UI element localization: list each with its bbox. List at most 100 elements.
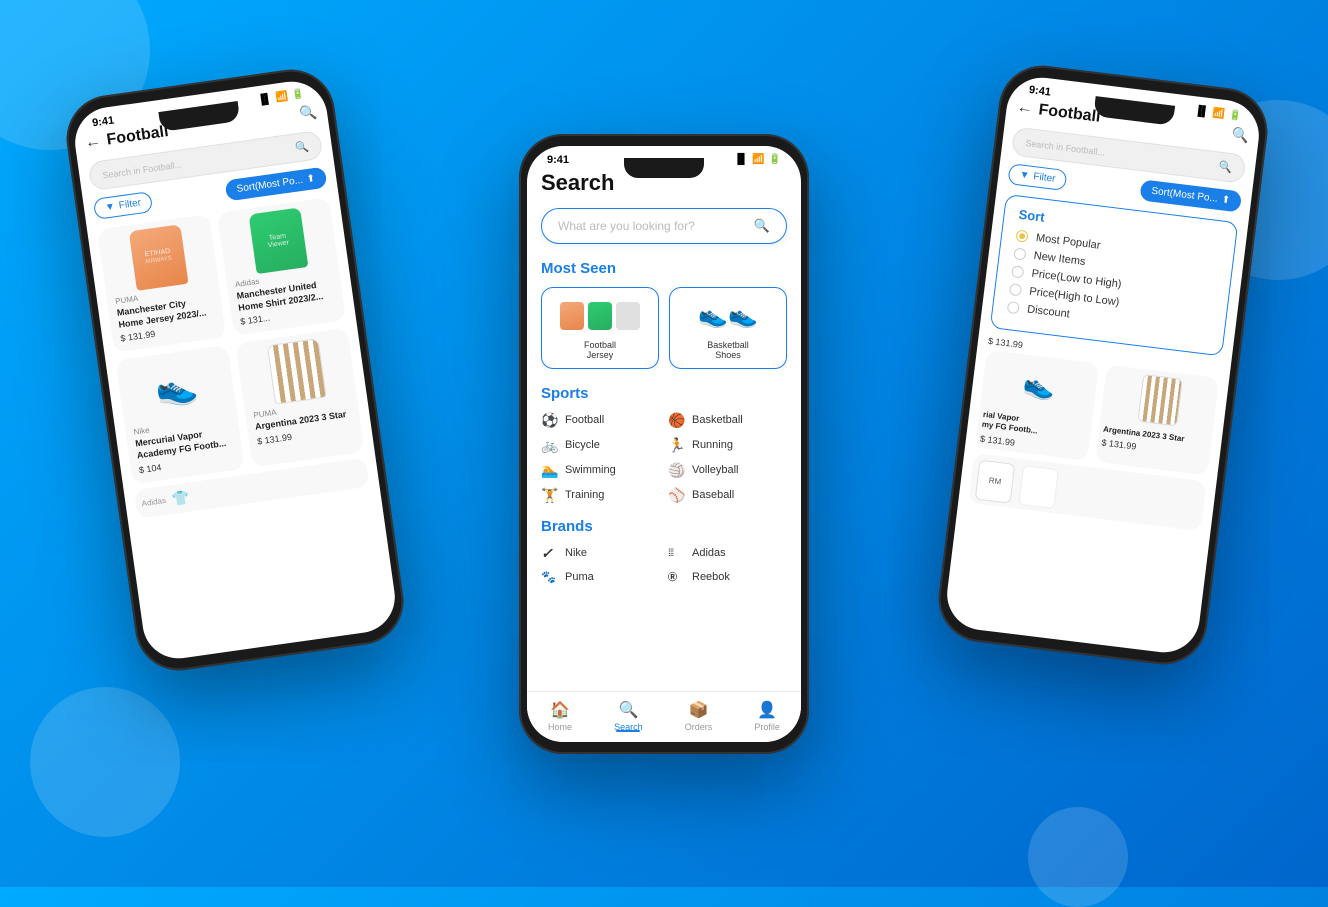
product-img-right-1: 👟 bbox=[984, 354, 1094, 416]
search-icon-left[interactable]: 🔍 bbox=[298, 103, 318, 122]
product-card-4[interactable]: PUMA Argentina 2023 3 Star $ 131.99 bbox=[235, 328, 364, 467]
sports-item-volleyball[interactable]: 🏐 Volleyball bbox=[668, 462, 787, 479]
product-card-right-1[interactable]: 👟 rial Vapormy FG Footb... $ 131.99 bbox=[975, 350, 1099, 461]
screen-content-right: ← Football 🔍 Search in Football... 🔍 ▼ F… bbox=[944, 97, 1260, 650]
sports-label-swimming: Swimming bbox=[565, 464, 616, 476]
training-icon: 🏋 bbox=[541, 487, 559, 504]
sort-option-label-new: New Items bbox=[1033, 250, 1086, 268]
sort-dropdown-icon-left: ⬆ bbox=[306, 173, 316, 185]
nav-item-profile[interactable]: 👤 Profile bbox=[754, 700, 780, 732]
phone-right: 9:41 ▐▌ 📶 🔋 ← Football 🔍 bbox=[934, 61, 1273, 670]
brand-item-nike[interactable]: ✓ Nike bbox=[541, 545, 660, 562]
most-seen-grid: FootballJersey 👟👟 BasketballShoes bbox=[541, 287, 787, 369]
volleyball-icon: 🏐 bbox=[668, 462, 686, 479]
product-img-1: ETIHAD AIRWAYS bbox=[106, 223, 210, 291]
search-nav-icon: 🔍 bbox=[618, 700, 638, 720]
sports-title: Sports bbox=[541, 385, 787, 402]
phone-left-screen: 9:41 ▐▌ 📶 🔋 ← Football 🔍 bbox=[71, 77, 400, 663]
sports-item-swimming[interactable]: 🏊 Swimming bbox=[541, 462, 660, 479]
filter-button-right[interactable]: ▼ Filter bbox=[1007, 163, 1067, 191]
notch-center bbox=[624, 158, 704, 178]
product-img-2: TeamViewer bbox=[226, 206, 330, 274]
wifi-icon: 📶 bbox=[275, 91, 289, 104]
filter-button-left[interactable]: ▼ Filter bbox=[93, 191, 153, 220]
most-seen-img-shoes: 👟👟 bbox=[698, 296, 758, 336]
time-left: 9:41 bbox=[91, 114, 114, 129]
product-grid-left: ETIHAD AIRWAYS PUMA Manchester City Home… bbox=[97, 197, 364, 484]
home-nav-icon: 🏠 bbox=[550, 700, 570, 720]
back-icon-right[interactable]: ← bbox=[1016, 99, 1034, 119]
sort-option-label-popular: Most Popular bbox=[1035, 232, 1101, 252]
sports-item-bicycle[interactable]: 🚲 Bicycle bbox=[541, 437, 660, 454]
basketball-icon: 🏀 bbox=[668, 412, 686, 429]
product-area-right: $ 131.99 👟 rial Vapormy FG Footb... $ 13… bbox=[975, 336, 1221, 475]
sports-label-football: Football bbox=[565, 414, 604, 426]
sports-item-baseball[interactable]: ⚾ Baseball bbox=[668, 487, 787, 504]
product-card-2[interactable]: TeamViewer Adidas Manchester United Home… bbox=[217, 197, 346, 336]
time-right: 9:41 bbox=[1028, 84, 1051, 99]
profile-nav-label: Profile bbox=[754, 722, 780, 732]
phone-left: 9:41 ▐▌ 📶 🔋 ← Football 🔍 bbox=[61, 64, 409, 676]
product-img-3: 👟 bbox=[125, 354, 229, 422]
screen-content-center: Search What are you looking for? 🔍 Most … bbox=[527, 170, 801, 736]
baseball-icon: ⚾ bbox=[668, 487, 686, 504]
most-seen-label-shoes: BasketballShoes bbox=[707, 340, 749, 360]
sort-button-left[interactable]: Sort(Most Po... ⬆ bbox=[224, 167, 327, 202]
signal-icon-right: ▐▌ bbox=[1194, 105, 1209, 118]
filter-label-left: Filter bbox=[118, 198, 142, 212]
sports-label-basketball: Basketball bbox=[692, 414, 743, 426]
sports-item-training[interactable]: 🏋 Training bbox=[541, 487, 660, 504]
nav-item-search[interactable]: 🔍 Search bbox=[614, 700, 643, 732]
product-img-4 bbox=[244, 337, 348, 405]
sports-label-baseball: Baseball bbox=[692, 489, 734, 501]
battery-icon-center: 🔋 bbox=[769, 154, 781, 165]
sort-option-label-discount: Discount bbox=[1026, 303, 1070, 320]
sports-grid: ⚽ Football 🏀 Basketball 🚲 Bicycle 🏃 Runn… bbox=[541, 412, 787, 504]
brand-label-adidas: Adidas bbox=[692, 547, 726, 559]
sort-radio-popular bbox=[1015, 229, 1028, 242]
brands-title: Brands bbox=[541, 518, 787, 535]
running-icon: 🏃 bbox=[668, 437, 686, 454]
brand-item-puma[interactable]: 🐾 Puma bbox=[541, 570, 660, 584]
signal-icon-center: ▐▌ bbox=[734, 154, 748, 165]
time-center: 9:41 bbox=[547, 154, 569, 166]
most-seen-card-football[interactable]: FootballJersey bbox=[541, 287, 659, 369]
filter-label-right: Filter bbox=[1033, 171, 1056, 185]
product-card-1[interactable]: ETIHAD AIRWAYS PUMA Manchester City Home… bbox=[97, 214, 226, 353]
home-nav-label: Home bbox=[548, 722, 572, 732]
most-seen-title: Most Seen bbox=[541, 260, 787, 277]
search-icon-right[interactable]: 🔍 bbox=[1231, 126, 1250, 145]
puma-icon: 🐾 bbox=[541, 570, 559, 584]
status-icons-left: ▐▌ 📶 🔋 bbox=[257, 88, 305, 105]
most-seen-card-shoes[interactable]: 👟👟 BasketballShoes bbox=[669, 287, 787, 369]
product-card-3[interactable]: 👟 Nike Mercurial Vapor Academy FG Footb.… bbox=[116, 345, 245, 484]
battery-icon-right: 🔋 bbox=[1228, 109, 1242, 121]
nav-indicator bbox=[616, 730, 640, 732]
back-icon-left[interactable]: ← bbox=[84, 133, 102, 153]
product-card-right-2[interactable]: Argentina 2023 3 Star $ 131.99 bbox=[1095, 364, 1219, 475]
search-icon-inner-right: 🔍 bbox=[1218, 160, 1233, 175]
product-img-right-2 bbox=[1104, 369, 1214, 431]
search-input-bar[interactable]: What are you looking for? 🔍 bbox=[541, 208, 787, 244]
status-icons-right: ▐▌ 📶 🔋 bbox=[1194, 105, 1242, 122]
adidas-icon: ⁞⁞⁞ bbox=[668, 548, 686, 559]
brand-label-nike: Nike bbox=[565, 547, 587, 559]
battery-icon: 🔋 bbox=[291, 88, 305, 101]
football-icon: ⚽ bbox=[541, 412, 559, 429]
search-placeholder-right: Search in Football... bbox=[1025, 137, 1219, 171]
filter-icon-right: ▼ bbox=[1019, 169, 1030, 181]
brands-grid: ✓ Nike ⁞⁞⁞ Adidas 🐾 Puma Ⓡ Reebok bbox=[541, 545, 787, 584]
brand-item-adidas[interactable]: ⁞⁞⁞ Adidas bbox=[668, 545, 787, 562]
most-seen-img-football bbox=[560, 296, 640, 336]
sports-item-football[interactable]: ⚽ Football bbox=[541, 412, 660, 429]
bottom-nav: 🏠 Home 🔍 Search 📦 Orders 👤 Profile bbox=[527, 691, 801, 742]
sports-item-running[interactable]: 🏃 Running bbox=[668, 437, 787, 454]
sort-button-right[interactable]: Sort(Most Po... ⬆ bbox=[1139, 179, 1242, 212]
sort-radio-low-high bbox=[1011, 265, 1024, 278]
brand-item-reebok[interactable]: Ⓡ Reebok bbox=[668, 570, 787, 584]
nav-item-orders[interactable]: 📦 Orders bbox=[685, 700, 713, 732]
nav-item-home[interactable]: 🏠 Home bbox=[548, 700, 572, 732]
sports-item-basketball[interactable]: 🏀 Basketball bbox=[668, 412, 787, 429]
search-icon-center: 🔍 bbox=[754, 218, 770, 234]
sports-label-running: Running bbox=[692, 439, 733, 451]
